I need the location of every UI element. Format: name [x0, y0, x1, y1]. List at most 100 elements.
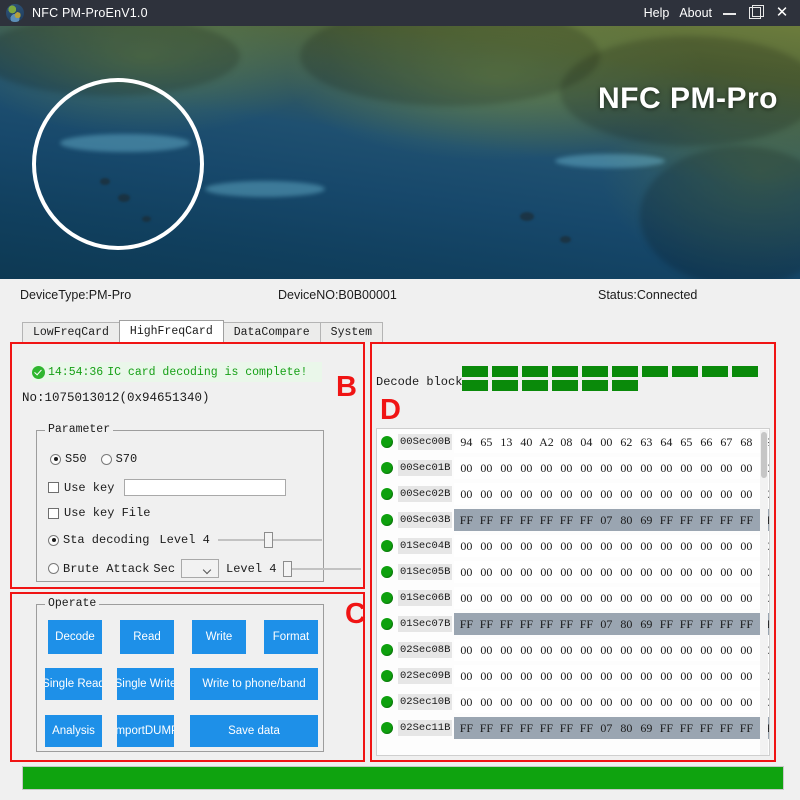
hex-byte: 08 [556, 435, 576, 450]
hex-byte: 00 [716, 669, 736, 684]
hex-byte: 00 [576, 669, 596, 684]
operate-button-write-to-phone-band[interactable]: Write to phone/band [190, 668, 318, 700]
table-row[interactable]: 01Sec07BFFFFFFFFFFFFFF078069FFFFFFFFFFFF [377, 611, 769, 637]
status-led-icon [381, 514, 393, 526]
tab-datacompare[interactable]: DataCompare [223, 322, 321, 342]
hex-byte: 00 [696, 669, 716, 684]
brute-attack-slider[interactable] [283, 561, 361, 577]
checkbox-use-key[interactable] [48, 482, 59, 493]
hex-byte: 00 [656, 565, 676, 580]
sector-block-label: 01Sec04B [398, 538, 452, 554]
operate-button-format[interactable]: Format [264, 620, 318, 654]
table-row[interactable]: 00Sec00B94651340A20804006263646566676869 [377, 429, 769, 455]
check-circle-icon [32, 366, 45, 379]
radio-brute-attack[interactable] [48, 563, 59, 574]
status-led-icon [381, 592, 393, 604]
tab-lowfreqcard[interactable]: LowFreqCard [22, 322, 120, 342]
scrollbar-thumb[interactable] [761, 432, 767, 478]
hex-byte: FF [516, 617, 536, 632]
table-row[interactable]: 01Sec06B00000000000000000000000000000000 [377, 585, 769, 611]
slider-track [283, 568, 361, 570]
tab-highfreqcard[interactable]: HighFreqCard [119, 320, 224, 342]
hex-byte: 40 [516, 435, 536, 450]
hex-byte: 00 [656, 591, 676, 606]
tab-system[interactable]: System [320, 322, 383, 342]
decode-block-indicator [492, 380, 518, 391]
hex-byte: 80 [616, 513, 636, 528]
hex-byte: FF [536, 617, 556, 632]
radio-s70[interactable] [101, 454, 112, 465]
brute-attack-row: Brute Attack Sec Level 4 [48, 559, 361, 578]
sta-decoding-slider[interactable] [218, 532, 322, 548]
hex-byte: 00 [456, 539, 476, 554]
device-no-label: DeviceNO:B0B00001 [278, 288, 397, 302]
restore-icon[interactable] [748, 5, 764, 21]
operate-button-single-write[interactable]: Single Write [117, 668, 174, 700]
table-row[interactable]: 00Sec03BFFFFFFFFFFFFFF078069FFFFFFFFFFFF [377, 507, 769, 533]
brute-attack-combo[interactable] [181, 559, 219, 578]
operate-button-decode[interactable]: Decode [48, 620, 102, 654]
hex-byte: 00 [696, 487, 716, 502]
menu-about[interactable]: About [679, 6, 712, 20]
operate-button-importdump[interactable]: ImportDUMP [117, 715, 174, 747]
sector-block-label: 02Sec10B [398, 694, 452, 710]
hex-byte: FF [516, 721, 536, 736]
status-led-icon [381, 436, 393, 448]
hex-byte: 00 [596, 565, 616, 580]
table-row[interactable]: 02Sec11BFFFFFFFFFFFFFF078069FFFFFFFFFFFF [377, 715, 769, 741]
table-row[interactable]: 01Sec05B00000000000000000000000000000000 [377, 559, 769, 585]
radio-s50[interactable] [50, 454, 61, 465]
table-row[interactable]: 02Sec08B00000000000000000000000000000000 [377, 637, 769, 663]
hex-byte: 00 [476, 669, 496, 684]
table-row[interactable]: 02Sec10B00000000000000000000000000000000 [377, 689, 769, 715]
use-key-label: Use key [64, 481, 114, 495]
slider-thumb[interactable] [283, 561, 292, 577]
hex-byte: 00 [636, 669, 656, 684]
hex-byte: FF [736, 721, 756, 736]
operate-button-save-data[interactable]: Save data [190, 715, 318, 747]
minimize-icon[interactable] [722, 5, 738, 21]
hex-byte: FF [536, 721, 556, 736]
hex-byte: FF [656, 721, 676, 736]
hex-byte: 00 [676, 643, 696, 658]
use-key-input[interactable] [124, 479, 286, 496]
operate-button-read[interactable]: Read [120, 620, 174, 654]
hex-byte: 00 [616, 669, 636, 684]
hex-byte: 00 [556, 539, 576, 554]
hex-byte: 00 [576, 695, 596, 710]
hex-byte: 00 [736, 487, 756, 502]
progress-bar [22, 766, 784, 790]
table-row[interactable]: 01Sec04B00000000000000000000000000000000 [377, 533, 769, 559]
hex-byte: 00 [636, 591, 656, 606]
hex-byte: FF [576, 513, 596, 528]
radio-sta-decoding[interactable] [48, 535, 59, 546]
operate-button-single-read[interactable]: Single Read [45, 668, 102, 700]
close-icon[interactable]: ✕ [774, 5, 790, 21]
table-row[interactable]: 02Sec09B00000000000000000000000000000000 [377, 663, 769, 689]
hex-byte-group: 00000000000000000000000000000000 [454, 691, 770, 713]
status-message: 14:54:36 IC card decoding is complete! [32, 362, 322, 382]
hex-byte: 00 [676, 461, 696, 476]
hex-byte: FF [456, 513, 476, 528]
hex-byte: FF [676, 513, 696, 528]
card-number-label: No:1075013012(0x94651340) [22, 391, 210, 405]
sector-data-panel[interactable]: 00Sec00B94651340A20804006263646566676869… [376, 428, 770, 756]
hex-byte: 00 [456, 591, 476, 606]
checkbox-use-key-file[interactable] [48, 508, 59, 519]
hex-byte: 64 [656, 435, 676, 450]
operate-button-write[interactable]: Write [192, 620, 246, 654]
operate-button-analysis[interactable]: Analysis [45, 715, 102, 747]
decode-block-indicator [582, 380, 608, 391]
hex-byte: 00 [676, 565, 696, 580]
hex-byte: 00 [496, 565, 516, 580]
table-row[interactable]: 00Sec01B00000000000000000000000000000000 [377, 455, 769, 481]
sector-data-rows: 00Sec00B94651340A20804006263646566676869… [377, 429, 769, 741]
data-panel-scrollbar[interactable] [760, 430, 768, 756]
status-led-icon [381, 722, 393, 734]
menu-help[interactable]: Help [644, 6, 670, 20]
hex-byte: 00 [536, 669, 556, 684]
sector-block-label: 00Sec00B [398, 434, 452, 450]
slider-thumb[interactable] [264, 532, 273, 548]
hex-byte: FF [676, 617, 696, 632]
table-row[interactable]: 00Sec02B00000000000000000000000000000000 [377, 481, 769, 507]
